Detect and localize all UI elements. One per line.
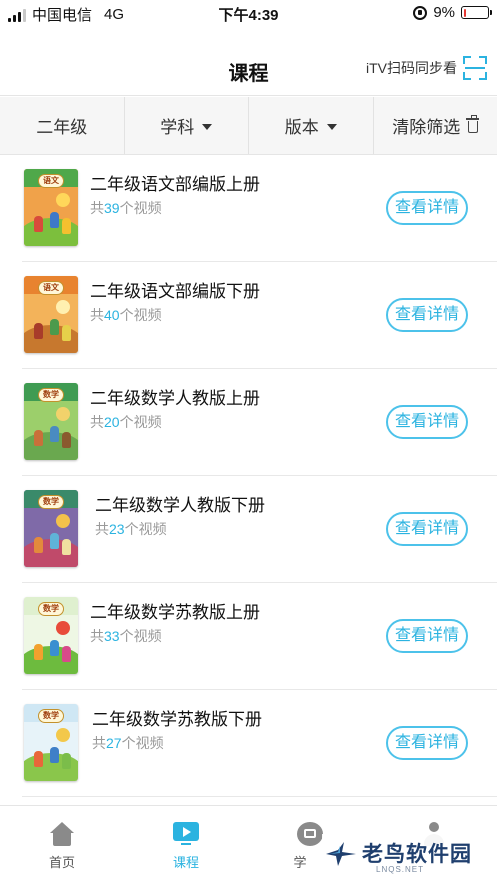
book-cover-image: 数学 — [24, 704, 78, 781]
course-item-partial[interactable] — [22, 797, 497, 805]
cover-tag: 数学 — [38, 388, 64, 402]
filter-bar: 二年级 学科 版本 清除筛选 — [0, 97, 497, 155]
course-video-count: 共20个视频 — [90, 414, 162, 430]
clear-filters-button[interactable]: 清除筛选 — [374, 97, 497, 154]
course-title: 二年级数学苏教版下册 — [92, 710, 262, 729]
trash-icon — [466, 115, 480, 133]
course-title: 二年级语文部编版下册 — [90, 282, 260, 301]
scan-sync-button[interactable]: iTV扫码同步看 — [366, 56, 487, 80]
filter-edition[interactable]: 版本 — [249, 97, 374, 154]
status-right: 9% — [413, 4, 492, 21]
caret-down-icon — [202, 123, 213, 130]
home-icon — [49, 822, 75, 846]
cover-tag: 语文 — [38, 174, 64, 188]
scan-sync-label: iTV扫码同步看 — [366, 60, 457, 76]
view-details-button[interactable]: 查看详情 — [386, 191, 468, 225]
watermark: 老鸟软件园 LNQS.NET — [322, 834, 492, 880]
book-cover-image: 数学 — [24, 383, 78, 460]
course-title: 二年级数学人教版下册 — [95, 496, 265, 515]
book-cover-image: 语文 — [24, 169, 78, 246]
rotation-lock-icon — [413, 5, 428, 20]
cover-tag: 数学 — [38, 495, 64, 509]
course-video-count: 共33个视频 — [90, 628, 162, 644]
course-item[interactable]: 数学 二年级数学人教版上册 共20个视频 查看详情 — [22, 369, 497, 476]
view-details-button[interactable]: 查看详情 — [386, 405, 468, 439]
course-list: 语文 二年级语文部编版上册 共39个视频 查看详情 语文 二年级语文部编版下册 … — [0, 155, 497, 805]
book-cover-image: 语文 — [24, 276, 78, 353]
book-cover-image: 数学 — [24, 597, 78, 674]
course-item[interactable]: 数学 二年级数学苏教版上册 共33个视频 查看详情 — [22, 583, 497, 690]
course-title: 二年级数学苏教版上册 — [90, 603, 260, 622]
caret-down-icon — [326, 123, 337, 130]
course-video-count: 共23个视频 — [95, 521, 167, 537]
cover-tag: 数学 — [38, 709, 64, 723]
course-title: 二年级语文部编版上册 — [90, 175, 260, 194]
filter-edition-label: 版本 — [284, 118, 319, 137]
course-item[interactable]: 数学 二年级数学人教版下册 共23个视频 查看详情 — [22, 476, 497, 583]
view-details-button[interactable]: 查看详情 — [386, 726, 468, 760]
watermark-subtext: LNQS.NET — [376, 865, 425, 874]
course-video-count: 共40个视频 — [90, 307, 162, 323]
book-cover-image: 数学 — [24, 490, 78, 567]
study-icon — [297, 822, 323, 846]
watermark-text: 老鸟软件园 — [362, 842, 472, 866]
video-icon — [173, 822, 199, 846]
filter-subject[interactable]: 学科 — [125, 97, 249, 154]
course-video-count: 共27个视频 — [92, 735, 164, 751]
cover-tag: 语文 — [38, 281, 64, 295]
course-item[interactable]: 语文 二年级语文部编版下册 共40个视频 查看详情 — [22, 262, 497, 369]
filter-subject-label: 学科 — [160, 118, 195, 137]
status-bar: 中国电信 4G 下午4:39 9% — [0, 0, 497, 26]
scan-icon — [463, 56, 487, 80]
view-details-button[interactable]: 查看详情 — [386, 619, 468, 653]
nav-bar: 课程 iTV扫码同步看 — [0, 26, 497, 96]
cover-tag: 数学 — [38, 602, 64, 616]
battery-icon — [461, 6, 492, 19]
course-item[interactable]: 数学 二年级数学苏教版下册 共27个视频 查看详情 — [22, 690, 497, 797]
battery-fill — [463, 8, 467, 17]
bird-logo-icon — [326, 842, 356, 866]
view-details-button[interactable]: 查看详情 — [386, 298, 468, 332]
course-video-count: 共39个视频 — [90, 200, 162, 216]
view-details-button[interactable]: 查看详情 — [386, 512, 468, 546]
course-title: 二年级数学人教版上册 — [90, 389, 260, 408]
battery-percent: 9% — [433, 4, 455, 21]
tab-home[interactable]: 首页 — [0, 806, 124, 883]
course-item[interactable]: 语文 二年级语文部编版上册 共39个视频 查看详情 — [22, 155, 497, 262]
tab-courses[interactable]: 课程 — [124, 806, 248, 883]
filter-grade-label: 二年级 — [36, 118, 88, 137]
filter-grade[interactable]: 二年级 — [0, 97, 125, 154]
tab-label: 首页 — [48, 855, 75, 870]
clear-filters-label: 清除筛选 — [392, 118, 461, 137]
